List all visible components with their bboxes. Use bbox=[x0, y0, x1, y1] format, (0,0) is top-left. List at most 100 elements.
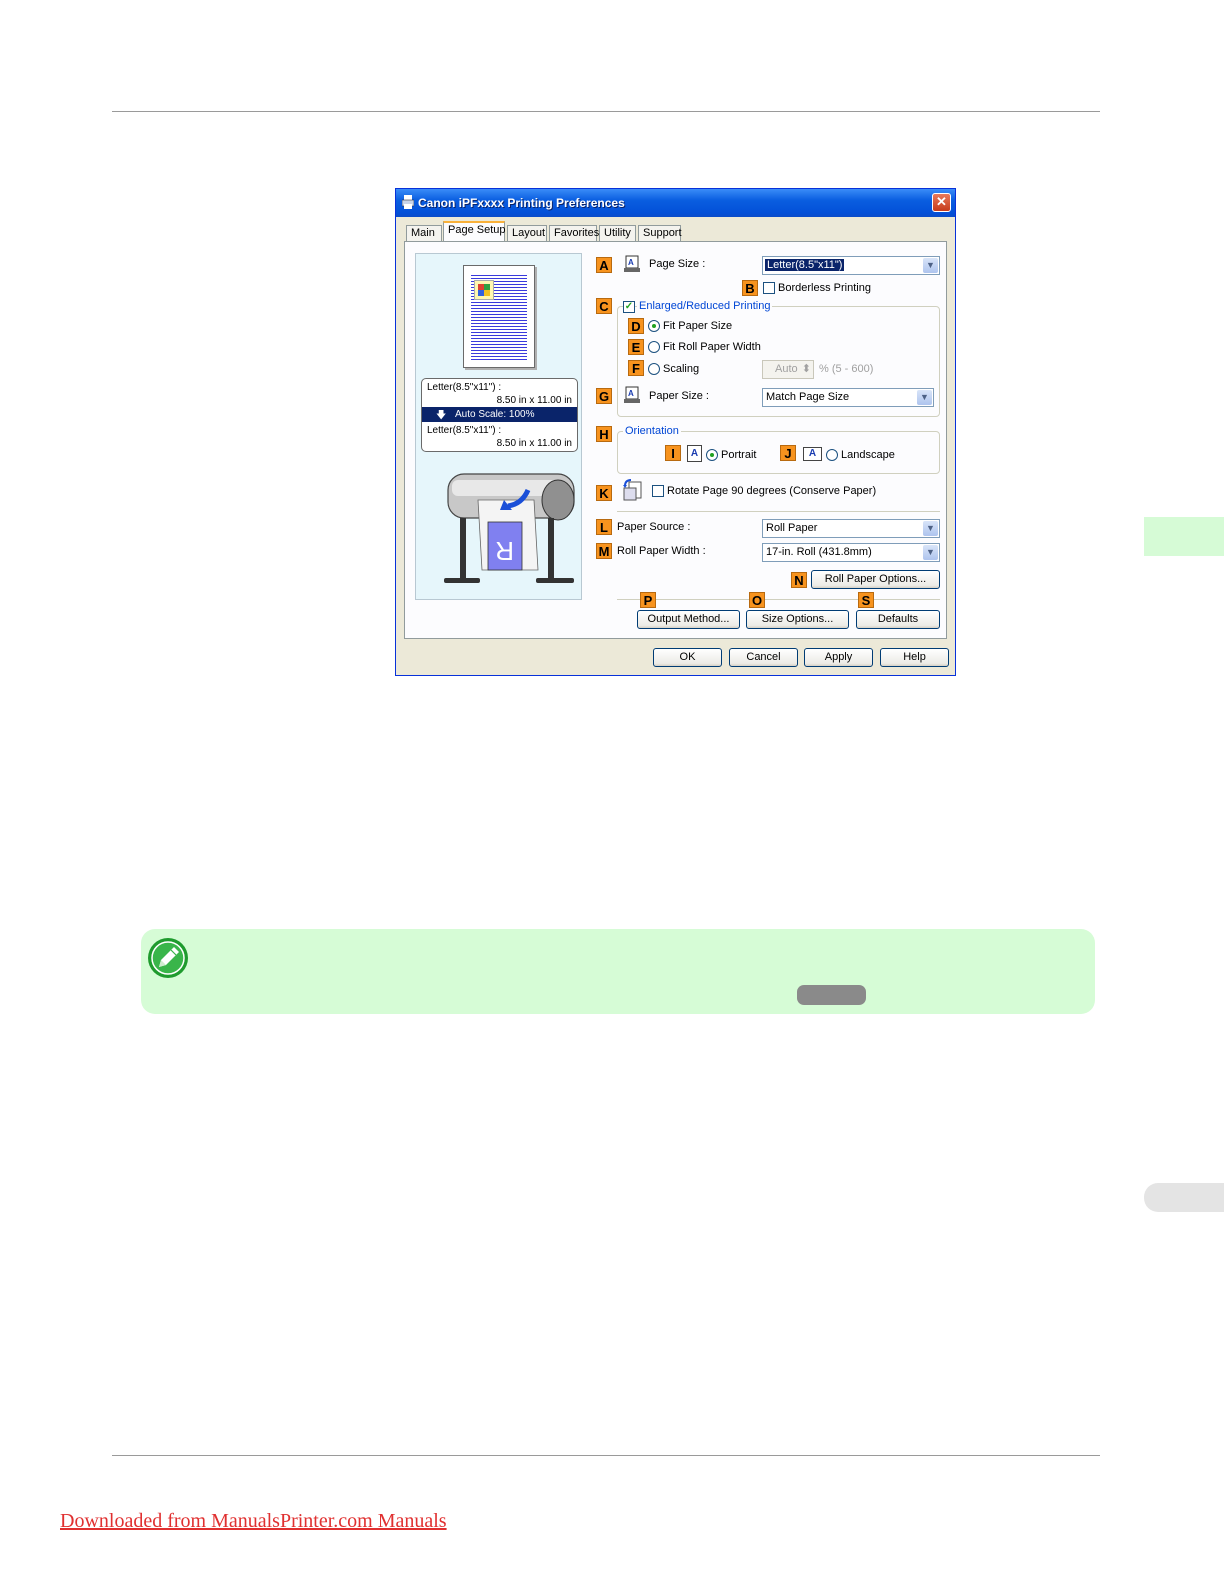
printing-preferences-dialog: Canon iPFxxxx Printing Preferences ✕ Mai… bbox=[395, 188, 956, 676]
tab-main[interactable]: Main bbox=[406, 225, 442, 241]
chevron-down-icon: ▼ bbox=[923, 545, 938, 560]
paper-source-label: Paper Source : bbox=[617, 521, 691, 533]
paper-source-value: Roll Paper bbox=[766, 522, 818, 534]
fit-paper-size-label: Fit Paper Size bbox=[663, 320, 733, 332]
svg-text:R: R bbox=[495, 536, 514, 566]
borderless-printing-label: Borderless Printing bbox=[778, 282, 871, 294]
marker-s: S bbox=[858, 592, 874, 608]
tab-support[interactable]: Support bbox=[638, 225, 682, 241]
fit-roll-paper-width-label: Fit Roll Paper Width bbox=[663, 341, 761, 353]
page-size-icon: A bbox=[624, 255, 640, 272]
orientation-label: Orientation bbox=[623, 425, 681, 437]
output-method-button[interactable]: Output Method... bbox=[637, 610, 740, 629]
close-button[interactable]: ✕ bbox=[932, 193, 951, 212]
manualsprinter-link[interactable]: Downloaded from ManualsPrinter.com Manua… bbox=[60, 1510, 447, 1533]
buttons-divider bbox=[617, 599, 940, 600]
marker-h: H bbox=[596, 426, 612, 442]
large-format-printer-illustration: R bbox=[444, 473, 575, 583]
scaling-range-label: % (5 - 600) bbox=[819, 363, 874, 375]
header-rule bbox=[112, 111, 1100, 112]
marker-e: E bbox=[628, 339, 644, 355]
marker-n: N bbox=[791, 572, 807, 588]
footer-rule bbox=[112, 1455, 1100, 1456]
pencil-note-icon bbox=[148, 938, 188, 978]
fit-roll-paper-width-radio[interactable] bbox=[648, 341, 660, 353]
chevron-down-icon: ▼ bbox=[917, 390, 932, 405]
output-size-label: Letter(8.5"x11") : bbox=[427, 425, 502, 436]
original-size-value: 8.50 in x 11.00 in bbox=[496, 395, 572, 406]
portrait-label: Portrait bbox=[721, 449, 757, 461]
checkmark-icon: ✓ bbox=[624, 301, 634, 312]
output-size-value: 8.50 in x 11.00 in bbox=[496, 438, 572, 449]
tab-page-setup[interactable]: Page Setup bbox=[443, 221, 506, 241]
paper-size-value: Match Page Size bbox=[766, 391, 850, 403]
page-setup-panel: Letter(8.5"x11") : 8.50 in x 11.00 in 🡇 … bbox=[404, 241, 947, 639]
marker-p: P bbox=[640, 592, 656, 608]
defaults-button[interactable]: Defaults bbox=[856, 610, 940, 629]
scaling-value: Auto bbox=[775, 363, 798, 375]
close-icon: ✕ bbox=[936, 194, 947, 209]
chevron-down-icon: ▼ bbox=[923, 521, 938, 536]
scaling-spinbox[interactable]: Auto ⬍ bbox=[762, 360, 814, 379]
roll-paper-width-value: 17-in. Roll (431.8mm) bbox=[766, 546, 872, 558]
marker-m: M bbox=[596, 543, 612, 559]
roll-paper-options-button[interactable]: Roll Paper Options... bbox=[811, 570, 940, 589]
rotate-page-checkbox[interactable] bbox=[652, 485, 664, 497]
paper-size-label: Paper Size : bbox=[649, 390, 709, 402]
scaling-label: Scaling bbox=[663, 363, 700, 375]
marker-o: O bbox=[749, 592, 765, 608]
title-bar: Canon iPFxxxx Printing Preferences ✕ bbox=[396, 189, 955, 217]
marker-a: A bbox=[596, 257, 612, 273]
enlarged-reduced-checkbox[interactable]: ✓ bbox=[623, 301, 635, 313]
auto-scale-band: 🡇 Auto Scale: 100% bbox=[422, 407, 577, 422]
page-size-label: Page Size : bbox=[649, 258, 706, 270]
original-size-label: Letter(8.5"x11") : bbox=[427, 382, 502, 393]
scaling-radio[interactable] bbox=[648, 363, 660, 375]
svg-text:A: A bbox=[628, 258, 634, 267]
chapter-side-tab bbox=[1144, 517, 1224, 556]
portrait-icon: A bbox=[687, 445, 702, 462]
rotate-page-label: Rotate Page 90 degrees (Conserve Paper) bbox=[667, 485, 877, 497]
fit-paper-size-radio[interactable] bbox=[648, 320, 660, 332]
rotate-page-icon bbox=[623, 479, 642, 501]
help-button[interactable]: Help bbox=[880, 648, 949, 667]
ok-button[interactable]: OK bbox=[653, 648, 722, 667]
portrait-radio[interactable] bbox=[706, 449, 718, 461]
printer-app-icon bbox=[402, 195, 414, 209]
apply-button[interactable]: Apply bbox=[804, 648, 873, 667]
size-options-button[interactable]: Size Options... bbox=[746, 610, 849, 629]
tab-layout[interactable]: Layout bbox=[507, 225, 547, 241]
marker-g: G bbox=[596, 388, 612, 404]
paper-source-dropdown[interactable]: Roll Paper ▼ bbox=[762, 519, 940, 538]
dialog-title: Canon iPFxxxx Printing Preferences bbox=[418, 196, 625, 210]
page-size-dropdown[interactable]: Letter(8.5"x11") ▼ bbox=[762, 256, 940, 275]
tab-utility[interactable]: Utility bbox=[599, 225, 636, 241]
marker-l: L bbox=[596, 519, 612, 535]
tab-favorites[interactable]: Favorites bbox=[549, 225, 599, 241]
size-info-box: Letter(8.5"x11") : 8.50 in x 11.00 in 🡇 … bbox=[421, 378, 578, 452]
index-side-tab bbox=[1144, 1183, 1224, 1212]
preview-pane: Letter(8.5"x11") : 8.50 in x 11.00 in 🡇 … bbox=[415, 253, 582, 600]
roll-paper-width-dropdown[interactable]: 17-in. Roll (431.8mm) ▼ bbox=[762, 543, 940, 562]
cancel-button[interactable]: Cancel bbox=[729, 648, 798, 667]
paper-size-dropdown[interactable]: Match Page Size ▼ bbox=[762, 388, 934, 407]
roll-paper-width-label: Roll Paper Width : bbox=[617, 545, 706, 557]
marker-j: J bbox=[780, 445, 796, 461]
reference-link-pill[interactable] bbox=[797, 985, 866, 1005]
section-divider bbox=[617, 511, 940, 512]
chevron-down-icon: ▼ bbox=[923, 258, 938, 273]
page-size-value: Letter(8.5"x11") bbox=[765, 259, 845, 271]
borderless-printing-checkbox[interactable] bbox=[763, 282, 775, 294]
marker-k: K bbox=[596, 485, 612, 501]
marker-d: D bbox=[628, 318, 644, 334]
marker-i: I bbox=[665, 445, 681, 461]
page-preview-thumbnail bbox=[463, 265, 535, 368]
color-logo-icon bbox=[474, 280, 494, 300]
landscape-radio[interactable] bbox=[826, 449, 838, 461]
arrow-down-icon: 🡇 bbox=[436, 410, 447, 421]
note-box bbox=[141, 929, 1095, 1014]
marker-c: C bbox=[596, 298, 612, 314]
paper-size-icon: A bbox=[624, 386, 640, 403]
spin-arrows-icon: ⬍ bbox=[801, 363, 811, 375]
svg-text:A: A bbox=[628, 389, 634, 398]
